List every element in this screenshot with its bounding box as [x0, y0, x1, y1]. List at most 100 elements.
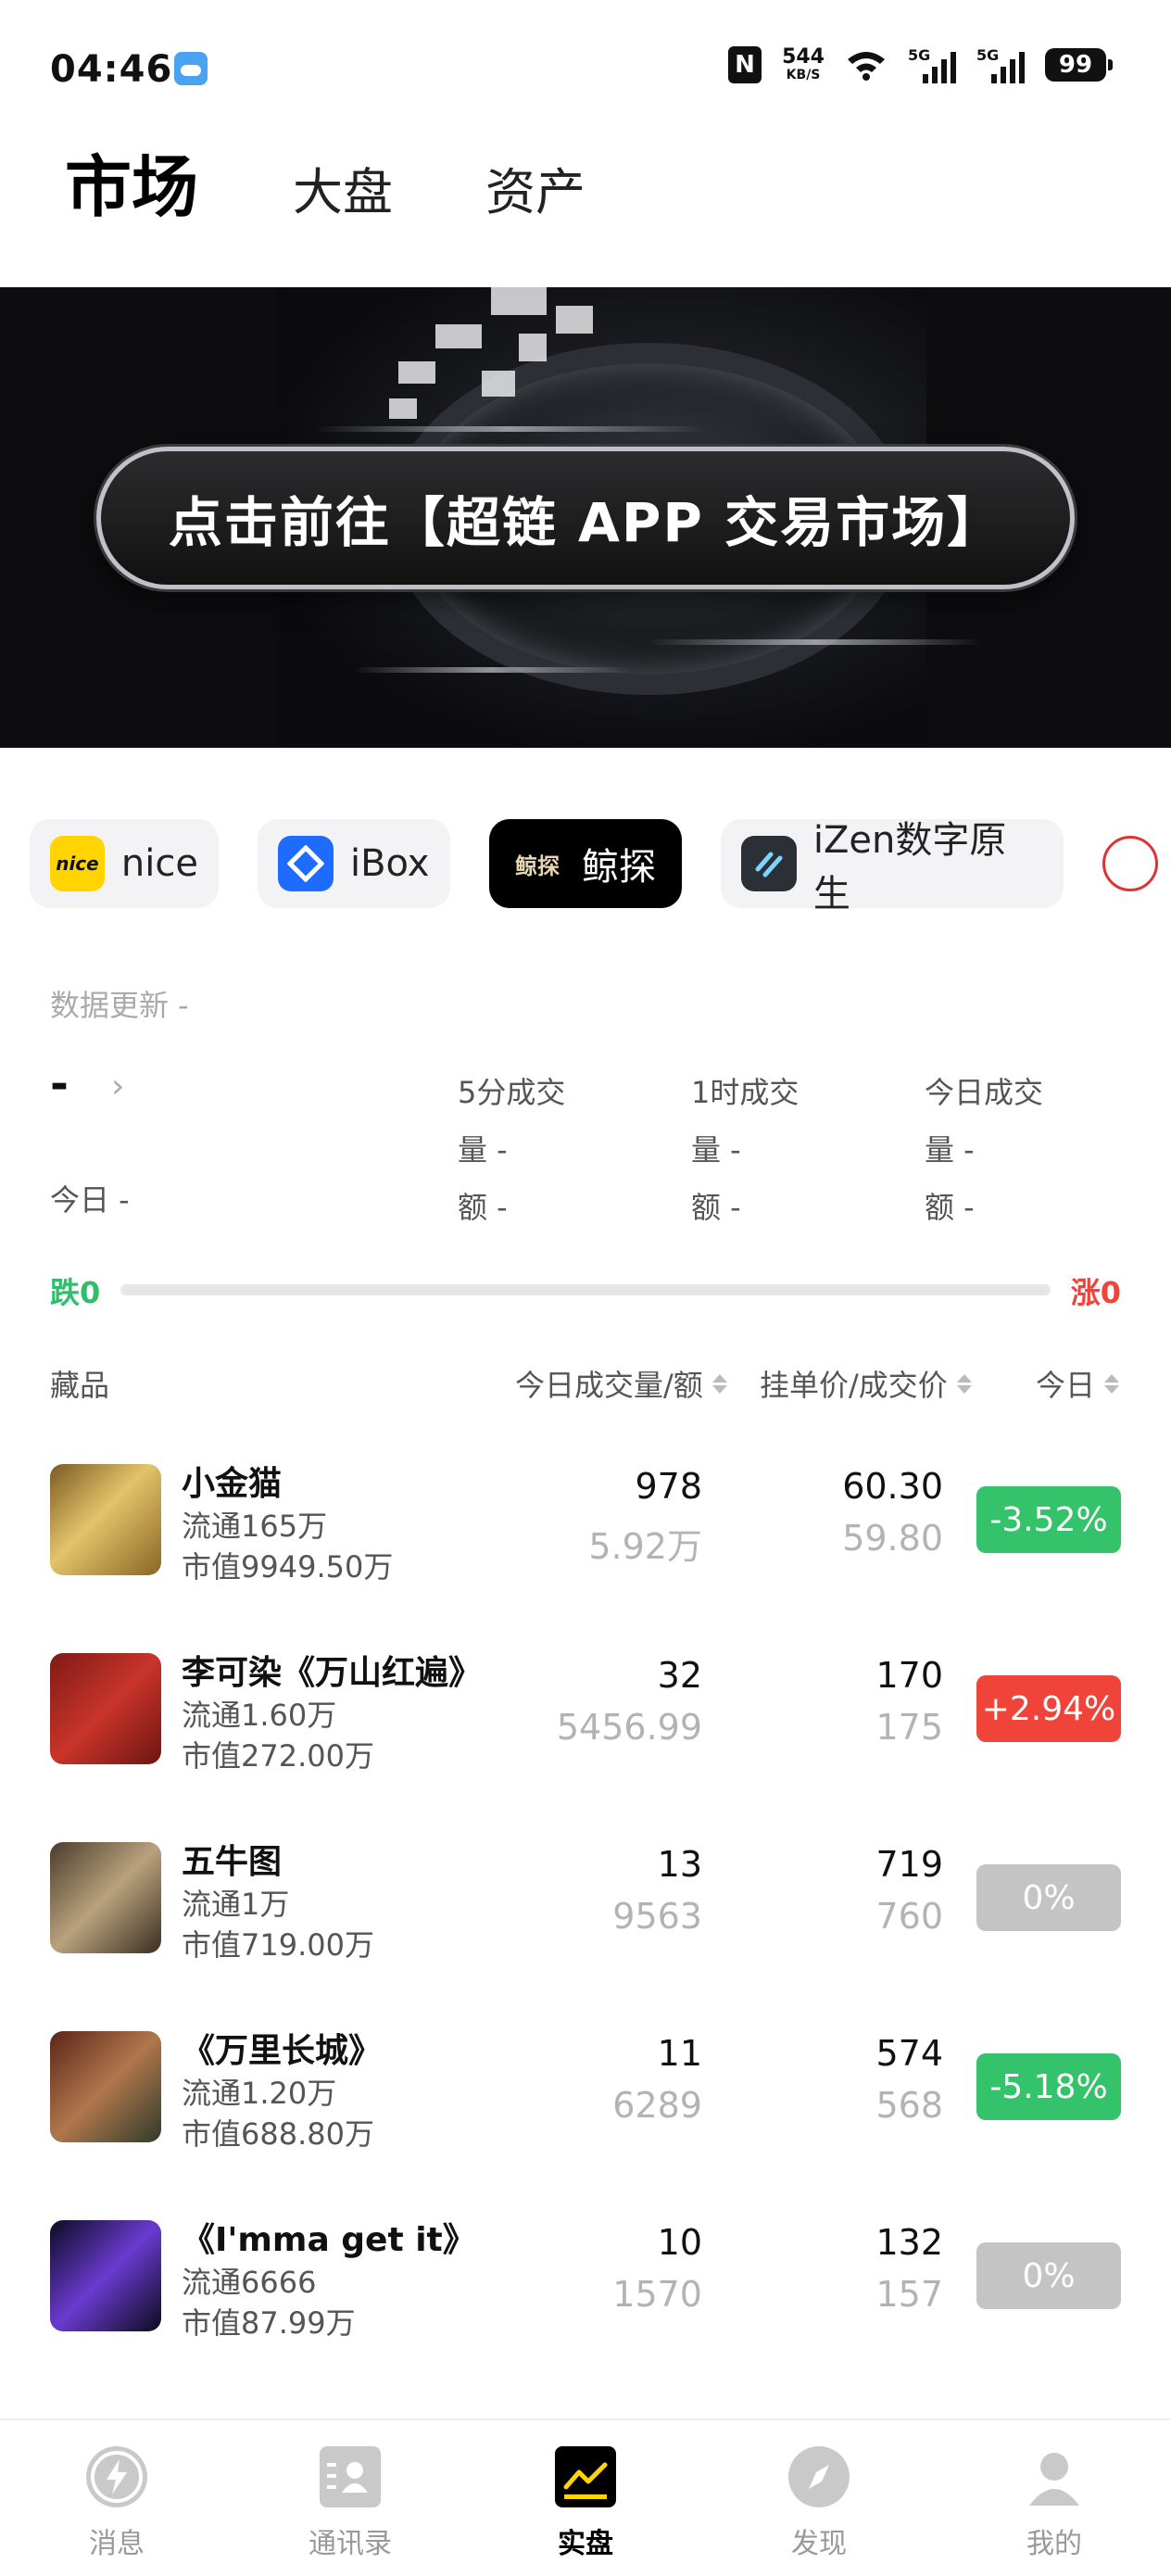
today-change: 今日 -	[50, 1182, 130, 1218]
nav-label: 发现	[791, 2528, 847, 2560]
nav-label: 实盘	[558, 2528, 613, 2560]
item-deal-price: 175	[875, 1707, 943, 1748]
item-thumbnail	[50, 1842, 161, 1953]
index-value: -	[50, 1058, 69, 1110]
banner-text: 点击前往【超链 APP 交易市场】	[168, 491, 1003, 554]
table-row[interactable]: 《I'mma get it》 流通6666 市值87.99万 10 1570 132 157…	[0, 2202, 1171, 2391]
tab-assets[interactable]: 资产	[485, 151, 586, 224]
col-price-sort[interactable]: 挂单价/成交价	[760, 1362, 972, 1405]
sort-icon	[956, 1373, 972, 1394]
item-circulation: 流通1.20万	[182, 2076, 337, 2111]
item-list-price: 132	[875, 2222, 943, 2263]
rise-count: 涨0	[1070, 1275, 1121, 1310]
item-market-cap: 市值9949.50万	[182, 1549, 394, 1585]
status-icons: N 544 KB/S 5G 5G 99	[728, 45, 1113, 83]
tab-overview[interactable]: 大盘	[293, 151, 393, 224]
item-change-badge: 0%	[976, 1864, 1121, 1931]
chevron-right-icon[interactable]: ›	[111, 1067, 124, 1105]
item-circulation: 流通1万	[182, 1887, 290, 1922]
battery-icon: 99	[1045, 48, 1113, 82]
item-thumbnail	[50, 1653, 161, 1764]
nav-discover[interactable]: 发现	[763, 2446, 875, 2561]
chip-izen[interactable]: iZen数字原生	[721, 819, 1064, 915]
item-amount: 1570	[612, 2274, 702, 2315]
table-row[interactable]: 五牛图流通1万市值719.00万 13 9563 719 760 0%	[0, 1824, 1171, 2013]
seal-logo-icon	[1102, 836, 1158, 891]
ratio-bar	[120, 1284, 1051, 1295]
chip-ibox[interactable]: iBox	[258, 819, 450, 908]
sort-icon	[1104, 1373, 1120, 1394]
item-thumbnail	[50, 2031, 161, 2142]
jingtan-logo-icon: 鲸探	[510, 836, 565, 891]
item-change-badge: +2.94%	[976, 1675, 1121, 1742]
item-market-cap: 市值719.00万	[182, 1927, 374, 1963]
col-volume-sort[interactable]: 今日成交量/额	[515, 1362, 727, 1405]
network-speed-value: 544	[782, 45, 825, 69]
item-name: 小金猫	[182, 1465, 283, 1503]
stat-5min-volume: 量 -	[458, 1132, 508, 1168]
stat-1hour-amount: 额 -	[691, 1190, 741, 1225]
banner-cta[interactable]: 点击前往【超链 APP 交易市场】	[96, 447, 1075, 589]
col-volume-label: 今日成交量/额	[515, 1368, 703, 1403]
chip-jingtan[interactable]: 鲸探 鲸探	[489, 819, 682, 908]
table-header: 藏品 今日成交量/额 挂单价/成交价 今日	[0, 1362, 1171, 1408]
sort-icon	[711, 1373, 727, 1394]
item-market-cap: 市值688.80万	[182, 2116, 374, 2152]
chip-label: nice	[120, 842, 198, 885]
table-row[interactable]: 小金猫 流通165万 市值9949.50万 978 5.92万 60.30 59.80 -3.…	[0, 1446, 1171, 1635]
user-icon	[1024, 2446, 1085, 2507]
stat-today-title: 今日成交	[925, 1075, 1044, 1110]
item-list-price: 719	[875, 1844, 943, 1885]
item-volume: 10	[657, 2222, 702, 2263]
lightning-icon	[86, 2446, 147, 2507]
chip-label: iZen数字原生	[812, 819, 1007, 915]
network-speed: 544 KB/S	[782, 45, 825, 83]
signal-icon-1: 5G	[908, 46, 956, 83]
item-thumbnail	[50, 2220, 161, 2331]
table-row[interactable]: 《万里长城》 流通1.20万 市值688.80万 11 6289 574 568 -5.18%	[0, 2013, 1171, 2202]
item-name: 《万里长城》	[182, 2032, 383, 2070]
stat-1hour-volume: 量 -	[691, 1132, 741, 1168]
nfc-icon: N	[728, 46, 762, 83]
item-amount: 6289	[612, 2085, 702, 2126]
nav-live[interactable]: 实盘	[530, 2446, 641, 2561]
item-list-price: 574	[875, 2033, 943, 2074]
item-name: 五牛图	[182, 1843, 283, 1881]
chip-more[interactable]	[1102, 819, 1171, 908]
item-volume: 13	[657, 1844, 702, 1885]
nice-logo-icon: nice	[50, 836, 105, 891]
nav-label: 我的	[1026, 2528, 1082, 2560]
item-circulation: 流通6666	[182, 2265, 317, 2300]
stat-1hour-title: 1时成交	[691, 1075, 800, 1110]
stat-today-amount: 额 -	[925, 1190, 975, 1225]
stat-5min: 5分成交 量 - 额 -	[458, 1064, 565, 1236]
nav-contacts[interactable]: 通讯录	[295, 2446, 406, 2561]
stat-today-volume: 量 -	[925, 1132, 975, 1168]
col-price-label: 挂单价/成交价	[760, 1368, 948, 1403]
promo-banner[interactable]: 点击前往【超链 APP 交易市场】	[0, 287, 1171, 748]
stat-5min-title: 5分成交	[458, 1075, 566, 1110]
table-row[interactable]: 李可染《万山红遍》 流通1.60万 市值272.00万 32 5456.99 170 175…	[0, 1635, 1171, 1824]
ibox-logo-icon	[278, 836, 334, 891]
item-amount: 9563	[612, 1896, 702, 1937]
status-bar: 04:46 N 544 KB/S 5G 5G 99	[0, 0, 1171, 139]
wifi-icon	[845, 48, 888, 82]
col-change-sort[interactable]: 今日	[1036, 1362, 1120, 1405]
item-circulation: 流通165万	[182, 1509, 328, 1544]
bottom-nav: 消息 通讯录 实盘 发现 我的	[0, 2418, 1171, 2576]
tab-market[interactable]: 市场	[65, 133, 198, 230]
item-change-badge: -3.52%	[976, 1486, 1121, 1553]
nav-messages[interactable]: 消息	[61, 2446, 172, 2561]
col-item: 藏品	[50, 1368, 110, 1403]
stat-today: 今日成交 量 - 额 -	[925, 1064, 1043, 1236]
item-change-badge: -5.18%	[976, 2053, 1121, 2120]
item-deal-price: 760	[875, 1896, 943, 1937]
item-deal-price: 157	[875, 2274, 943, 2315]
item-thumbnail	[50, 1464, 161, 1575]
chip-nice[interactable]: nice nice	[30, 819, 219, 908]
item-market-cap: 市值87.99万	[182, 2305, 356, 2341]
platform-chips: nice nice iBox 鲸探 鲸探 iZen数字原生	[0, 819, 1171, 915]
nav-profile[interactable]: 我的	[999, 2446, 1110, 2561]
status-time: 04:46	[50, 48, 173, 91]
rise-fall-bar: 跌0 涨0	[0, 1269, 1171, 1310]
